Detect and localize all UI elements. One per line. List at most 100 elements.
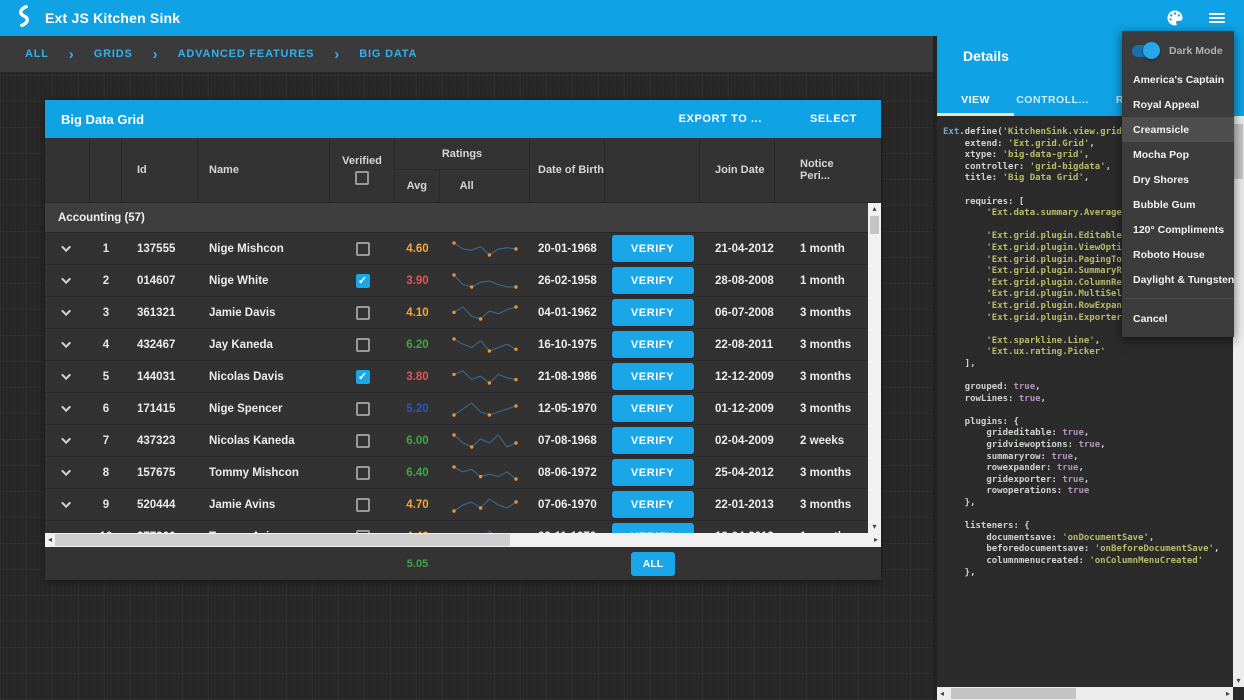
table-row[interactable]: 7437323Nicolas Kaneda6.0007-08-1968VERIF… — [45, 425, 881, 457]
scroll-left-icon[interactable]: ◂ — [45, 533, 55, 547]
verify-button[interactable]: VERIFY — [612, 331, 694, 358]
column-header-notice-period[interactable]: Notice Peri... — [775, 138, 866, 202]
menu-item-theme[interactable]: America's Captain — [1122, 67, 1234, 92]
tab-controller[interactable]: CONTROLL... — [1014, 84, 1091, 116]
details-horizontal-scrollbar[interactable]: ◂ ▸ — [937, 687, 1233, 700]
verify-button[interactable]: VERIFY — [612, 459, 694, 486]
row-expander[interactable] — [45, 297, 90, 328]
table-row[interactable]: 5144031Nicolas Davis✓3.8021-08-1986VERIF… — [45, 361, 881, 393]
table-row[interactable]: 4432467Jay Kaneda6.2016-10-1975VERIFY22-… — [45, 329, 881, 361]
row-expander[interactable] — [45, 361, 90, 392]
cell-verified[interactable] — [330, 329, 395, 360]
verified-header-checkbox[interactable] — [355, 171, 369, 185]
verify-button[interactable]: VERIFY — [612, 235, 694, 262]
table-row[interactable]: 3361321Jamie Davis4.1004-01-1962VERIFY06… — [45, 297, 881, 329]
row-expander[interactable] — [45, 233, 90, 264]
table-row[interactable]: 6171415Nige Spencer5.2012-05-1970VERIFY0… — [45, 393, 881, 425]
cell-verified[interactable] — [330, 489, 395, 520]
table-row[interactable]: 9520444Jamie Avins4.7007-06-1970VERIFY22… — [45, 489, 881, 521]
cell-verified[interactable] — [330, 521, 395, 533]
verified-checkbox[interactable]: ✓ — [356, 370, 370, 384]
table-row[interactable]: 1137555Nige Mishcon4.6020-01-1968VERIFY2… — [45, 233, 881, 265]
table-row[interactable]: 8157675Tommy Mishcon6.4008-06-1972VERIFY… — [45, 457, 881, 489]
verified-checkbox[interactable] — [356, 306, 370, 320]
scroll-up-icon[interactable]: ▴ — [868, 203, 881, 215]
cell-action[interactable]: VERIFY — [605, 265, 700, 296]
menu-icon[interactable] — [1204, 5, 1230, 31]
menu-item-theme[interactable]: Bubble Gum — [1122, 192, 1234, 217]
breadcrumb-big-data[interactable]: BIG DATA — [359, 48, 417, 60]
column-header-dob[interactable]: Date of Birth — [530, 138, 605, 202]
verify-button[interactable]: VERIFY — [612, 427, 694, 454]
cell-action[interactable]: VERIFY — [605, 425, 700, 456]
scroll-right-icon[interactable]: ▸ — [871, 533, 881, 547]
menu-item-theme[interactable]: Creamsicle — [1122, 117, 1234, 142]
cell-action[interactable]: VERIFY — [605, 329, 700, 360]
scroll-down-icon[interactable]: ▾ — [1233, 675, 1244, 687]
export-to-button[interactable]: EXPORT TO ... — [679, 113, 762, 125]
column-header-id[interactable]: Id — [122, 138, 198, 202]
menu-item-theme[interactable]: Roboto House — [1122, 242, 1234, 267]
dark-mode-toggle[interactable] — [1132, 44, 1160, 58]
column-header-join-date[interactable]: Join Date — [700, 138, 775, 202]
verify-button[interactable]: VERIFY — [612, 267, 694, 294]
grid-hscroll-thumb[interactable] — [55, 534, 510, 546]
grid-horizontal-scrollbar[interactable]: ◂ ▸ — [45, 533, 881, 547]
verified-checkbox[interactable] — [356, 402, 370, 416]
verified-checkbox[interactable] — [356, 242, 370, 256]
menu-item-theme[interactable]: Daylight & Tungsten — [1122, 267, 1234, 292]
column-header-name[interactable]: Name — [198, 138, 330, 202]
verify-button[interactable]: VERIFY — [612, 491, 694, 518]
tab-view[interactable]: VIEW — [937, 84, 1014, 116]
details-vscroll-thumb[interactable] — [1234, 124, 1243, 179]
row-expander[interactable] — [45, 521, 90, 533]
column-header-all[interactable]: All — [440, 170, 529, 202]
scroll-down-icon[interactable]: ▾ — [868, 521, 881, 533]
column-header-ratings[interactable]: Ratings — [395, 138, 529, 170]
cell-verified[interactable]: ✓ — [330, 265, 395, 296]
verify-button[interactable]: VERIFY — [612, 395, 694, 422]
cell-action[interactable]: VERIFY — [605, 393, 700, 424]
scroll-right-icon[interactable]: ▸ — [1223, 687, 1233, 700]
menu-item-theme[interactable]: 120° Compliments — [1122, 217, 1234, 242]
group-header-accounting[interactable]: Accounting (57) — [45, 203, 881, 233]
theme-palette-icon[interactable] — [1162, 5, 1188, 31]
select-button[interactable]: SELECT — [810, 113, 857, 125]
cell-verified[interactable] — [330, 393, 395, 424]
row-expander[interactable] — [45, 265, 90, 296]
verified-checkbox[interactable] — [356, 338, 370, 352]
scroll-left-icon[interactable]: ◂ — [937, 687, 947, 700]
verified-checkbox[interactable]: ✓ — [356, 274, 370, 288]
menu-item-theme[interactable]: Dry Shores — [1122, 167, 1234, 192]
breadcrumb-all[interactable]: ALL — [25, 48, 49, 60]
grid-vscroll-thumb[interactable] — [870, 216, 879, 234]
verified-checkbox[interactable] — [356, 466, 370, 480]
grid-vertical-scrollbar[interactable]: ▴ ▾ — [868, 203, 881, 533]
row-expander[interactable] — [45, 457, 90, 488]
cell-action[interactable]: VERIFY — [605, 361, 700, 392]
table-row[interactable]: 10277366Tommy Avins4.4002-11-1970VERIFY1… — [45, 521, 881, 533]
cell-verified[interactable] — [330, 425, 395, 456]
breadcrumb-grids[interactable]: GRIDS — [94, 48, 133, 60]
row-expander[interactable] — [45, 329, 90, 360]
verify-button[interactable]: VERIFY — [612, 523, 694, 533]
menu-item-theme[interactable]: Mocha Pop — [1122, 142, 1234, 167]
dark-mode-toggle-row[interactable]: Dark Mode — [1122, 35, 1234, 67]
row-expander[interactable] — [45, 393, 90, 424]
cell-verified[interactable]: ✓ — [330, 361, 395, 392]
cell-action[interactable]: VERIFY — [605, 521, 700, 533]
cell-verified[interactable] — [330, 457, 395, 488]
table-row[interactable]: 2014607Nige White✓3.9026-02-1958VERIFY28… — [45, 265, 881, 297]
cell-action[interactable]: VERIFY — [605, 457, 700, 488]
cell-action[interactable]: VERIFY — [605, 489, 700, 520]
column-header-verified[interactable]: Verified — [330, 138, 395, 202]
column-header-avg[interactable]: Avg — [395, 170, 440, 202]
details-vertical-scrollbar[interactable]: ▾ — [1233, 116, 1244, 687]
cell-action[interactable]: VERIFY — [605, 297, 700, 328]
row-expander[interactable] — [45, 425, 90, 456]
cell-verified[interactable] — [330, 297, 395, 328]
verify-button[interactable]: VERIFY — [612, 363, 694, 390]
breadcrumb-advanced-features[interactable]: ADVANCED FEATURES — [178, 48, 315, 60]
details-hscroll-thumb[interactable] — [951, 688, 1076, 699]
menu-item-theme[interactable]: Royal Appeal — [1122, 92, 1234, 117]
